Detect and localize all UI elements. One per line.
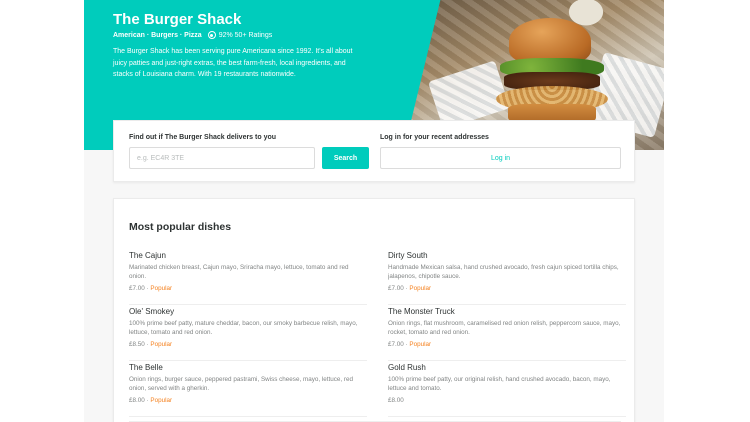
dish-price: £7.00 [129, 285, 145, 292]
dish-price-line: £7.00 · Popular [129, 285, 367, 292]
popular-badge: Popular [150, 341, 173, 348]
popular-badge: Popular [409, 285, 432, 292]
rating-text: 92% 50+ Ratings [218, 31, 273, 39]
login-button[interactable]: Log in [380, 147, 621, 169]
popular-badge: Popular [150, 285, 173, 292]
dish-name: Dirty South [388, 251, 428, 260]
dish-price: £8.00 [129, 397, 145, 404]
dish-item[interactable]: Ole' Smokey 100% prime beef patty, matur… [129, 305, 367, 361]
dish-description: 100% prime beef patty, our original reli… [388, 376, 611, 392]
restaurant-page: The Burger Shack American · Burgers · Pi… [84, 0, 664, 422]
dish-description: Onion rings, burger sauce, peppered past… [129, 376, 354, 392]
restaurant-meta: American · Burgers · Pizza 92% 50+ Ratin… [113, 31, 272, 39]
dish-name: Gold Rush [388, 363, 426, 372]
popular-badge: Popular [150, 397, 173, 404]
dish-item[interactable]: The Monster Truck Onion rings, flat mush… [388, 305, 626, 361]
dish-description: Handmade Mexican salsa, hand crushed avo… [388, 264, 619, 280]
dish-item[interactable]: Gold Rush 100% prime beef patty, our ori… [388, 361, 626, 417]
dish-item[interactable]: The Cajun Marinated chicken breast, Caju… [129, 249, 367, 305]
popular-dishes-title: Most popular dishes [129, 221, 232, 233]
popular-dishes-card: Most popular dishes The Cajun Marinated … [113, 198, 635, 422]
delivery-check-card: Find out if The Burger Shack delivers to… [113, 120, 635, 182]
popular-badge: Popular [409, 341, 432, 348]
rating-icon [207, 31, 216, 39]
dish-price-line: £8.50 · Popular [129, 341, 367, 348]
dish-item[interactable]: The Belle Onion rings, burger sauce, pep… [129, 361, 367, 417]
delivery-check-title: Find out if The Burger Shack delivers to… [129, 134, 277, 141]
dish-price: £8.00 [388, 397, 404, 404]
dish-name: The Cajun [129, 251, 166, 260]
dish-grid: The Cajun Marinated chicken breast, Caju… [129, 249, 626, 417]
restaurant-description: The Burger Shack has been serving pure A… [113, 48, 353, 78]
dish-item[interactable]: Dirty South Handmade Mexican salsa, hand… [388, 249, 626, 305]
dish-description: 100% prime beef patty, mature cheddar, b… [129, 320, 358, 336]
restaurant-rating[interactable]: 92% 50+ Ratings [207, 31, 273, 39]
dish-price: £7.00 [388, 285, 404, 292]
dish-price-line: £8.00 · Popular [129, 397, 367, 404]
dish-price-line: £8.00 [388, 397, 626, 404]
restaurant-name: The Burger Shack [113, 11, 242, 28]
search-button[interactable]: Search [322, 147, 369, 169]
restaurant-cuisines: American · Burgers · Pizza [113, 31, 202, 39]
dish-price: £7.00 [388, 341, 404, 348]
login-title: Log in for your recent addresses [380, 134, 489, 141]
dish-price-line: £7.00 · Popular [388, 341, 626, 348]
dish-description: Marinated chicken breast, Cajun mayo, Sr… [129, 264, 349, 280]
dish-price: £8.50 [129, 341, 145, 348]
dish-name: The Monster Truck [388, 307, 455, 316]
dish-description: Onion rings, flat mushroom, caramelised … [388, 320, 621, 336]
dish-name: Ole' Smokey [129, 307, 175, 316]
postcode-input[interactable] [129, 147, 315, 169]
dish-price-line: £7.00 · Popular [388, 285, 626, 292]
dish-name: The Belle [129, 363, 163, 372]
